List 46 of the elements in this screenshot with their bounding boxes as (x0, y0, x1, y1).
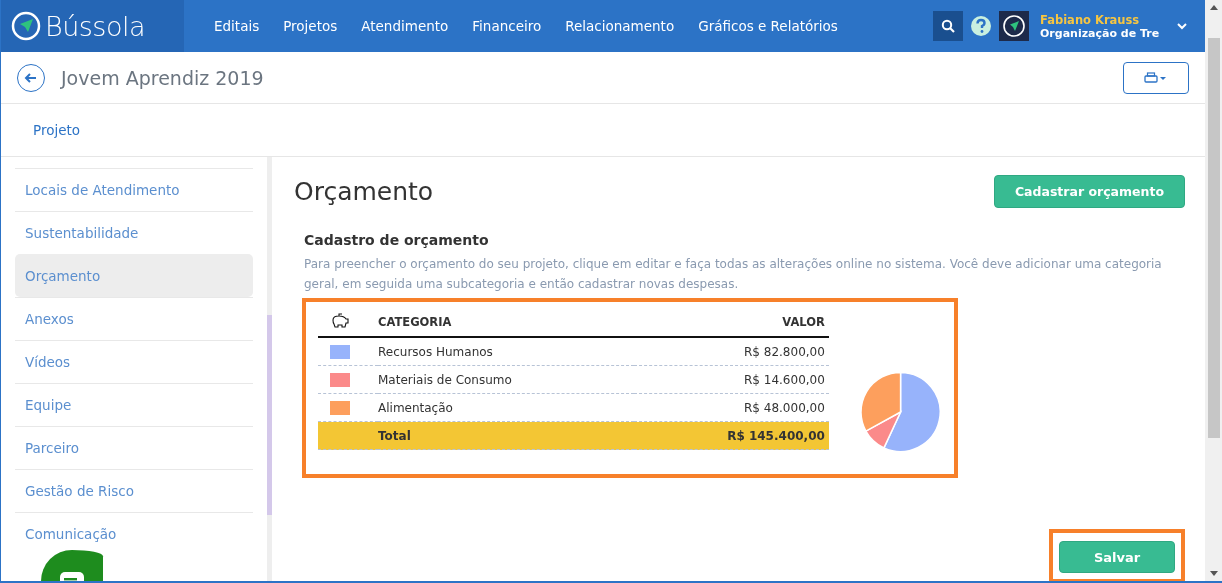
sidebar-item[interactable]: Anexos (15, 297, 253, 340)
nav-link[interactable]: Gráficos e Relatórios (686, 18, 850, 34)
back-button[interactable] (17, 63, 45, 92)
sidebar-item[interactable]: Gestão de Risco (15, 469, 253, 512)
table-cell: Materiais de Consumo (378, 365, 635, 394)
sidebar-item[interactable]: Vídeos (15, 340, 253, 383)
nav-link[interactable]: Editais (202, 18, 272, 34)
nav-link[interactable]: Financeiro (460, 18, 554, 34)
print-button[interactable] (1123, 61, 1189, 94)
tab[interactable]: Projeto (33, 122, 81, 138)
avatar-icon[interactable] (999, 11, 1029, 41)
printer-icon (1144, 71, 1168, 84)
chevron-icon[interactable] (1177, 22, 1187, 30)
add-budget-button[interactable]: Cadastrar orçamento (993, 175, 1185, 208)
user-name[interactable]: Fabiano Krauss (1040, 12, 1170, 27)
sidebar-item[interactable]: Orçamento (15, 254, 253, 297)
logo-text[interactable]: Bússola (45, 10, 145, 42)
save-button[interactable]: Salvar (1059, 541, 1175, 573)
subsection-title: Cadastro de orçamento (304, 232, 490, 248)
search-button[interactable] (933, 11, 963, 41)
table-cell: R$ 14.600,00 (634, 365, 829, 394)
scroll-down-icon[interactable] (1209, 571, 1218, 576)
nav-link[interactable]: Atendimento (349, 18, 461, 34)
organization-name: Organização de Tre (1040, 26, 1161, 40)
table-cell: Alimentação (378, 393, 635, 422)
total-value: R$ 145.400,00 (727, 428, 825, 443)
search-icon (941, 19, 955, 33)
column-header: CATEGORIA (378, 308, 635, 337)
section-heading: Orçamento (294, 177, 434, 206)
arrow-left-icon (24, 70, 38, 85)
column-header: VALOR (634, 308, 829, 337)
table-cell: Recursos Humanos (378, 337, 635, 366)
table-cell: R$ 82.800,00 (634, 337, 829, 366)
description-text: Para preencher o orçamento do seu projeto, clique em editar e faça todas as alterações online no sistema. Você deve adicionar uma categoria geral, em seguida uma subcategoria e então cadastrar novas despesas. (304, 256, 1163, 293)
sidebar-item[interactable]: Equipe (15, 383, 253, 426)
nav-link[interactable]: Relacionamento (553, 18, 687, 34)
nav-link[interactable]: Projetos (271, 18, 350, 34)
table-cell: R$ 48.000,00 (634, 393, 829, 422)
sidebar-item[interactable]: Parceiro (15, 426, 253, 469)
page-title: Jovem Aprendiz 2019 (61, 66, 264, 89)
scroll-up-icon[interactable] (1209, 5, 1218, 10)
sidebar-item[interactable]: Locais de Atendimento (15, 168, 253, 211)
piggy-bank-icon (330, 312, 350, 329)
compass-icon (11, 11, 41, 41)
total-label: Total (378, 428, 411, 443)
help-icon[interactable] (970, 15, 992, 37)
